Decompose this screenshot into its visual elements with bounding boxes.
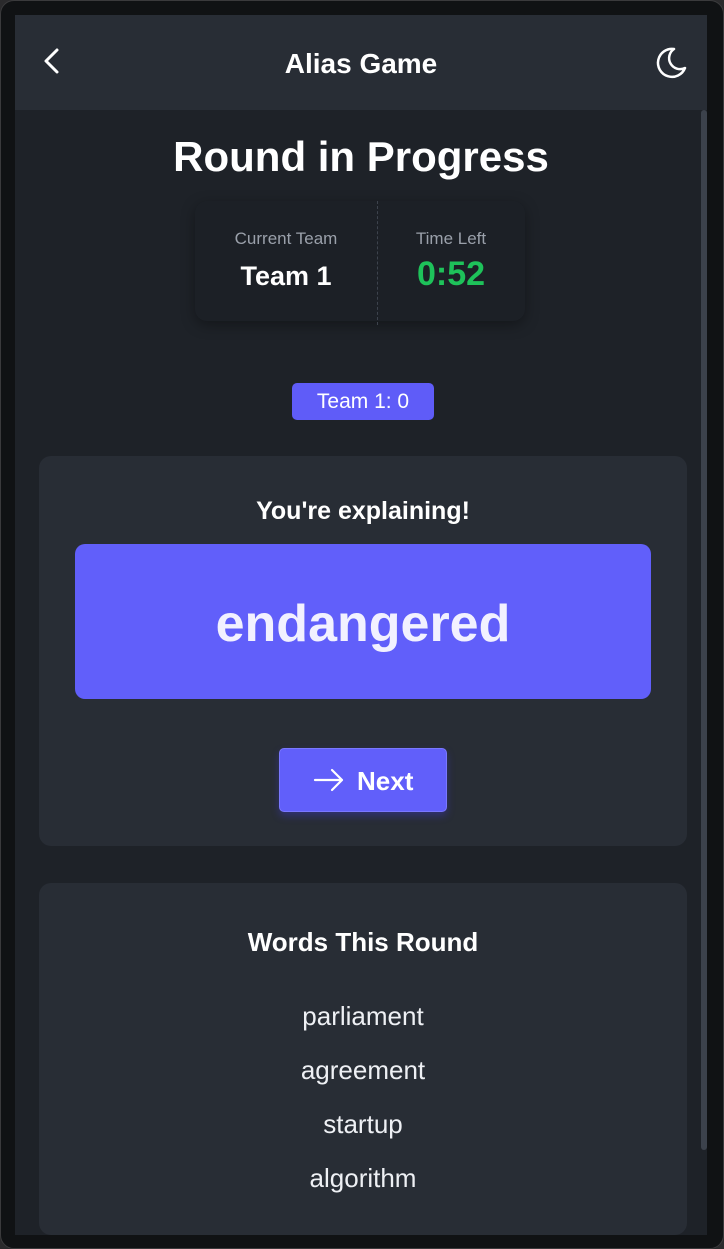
time-left-panel: Time Left 0:52 <box>377 201 525 294</box>
team-score-badge: Team 1: 0 <box>292 383 434 420</box>
arrow-right-icon <box>313 768 344 792</box>
moon-icon <box>656 47 687 79</box>
chevron-left-icon <box>44 48 59 74</box>
round-status-card: Current Team Team 1 Time Left 0:52 <box>195 201 525 325</box>
theme-toggle-button[interactable] <box>653 45 689 81</box>
words-round-card: Words This Round parliament agreement st… <box>39 883 687 1235</box>
app-title: Alias Game <box>284 48 438 79</box>
next-button[interactable]: Next <box>279 748 447 812</box>
list-item: parliament <box>302 1001 424 1031</box>
current-team-panel: Current Team Team 1 <box>195 201 377 292</box>
explaining-label: You're explaining! <box>256 497 470 525</box>
word-card: You're explaining! endangered Next <box>39 456 687 846</box>
top-bar: Alias Game <box>15 15 707 110</box>
scrollbar[interactable] <box>701 110 707 1150</box>
current-team-label: Current Team <box>234 229 338 248</box>
page-title: Round in Progress <box>173 133 549 180</box>
app-screen: Alias Game Round in Progress Current Tea… <box>15 15 707 1235</box>
time-left-label: Time Left <box>415 229 487 248</box>
list-item: algorithm <box>309 1163 417 1193</box>
current-word: endangered <box>75 544 651 699</box>
list-item: startup <box>323 1109 403 1139</box>
device-frame: Alias Game Round in Progress Current Tea… <box>0 0 724 1249</box>
time-left-value: 0:52 <box>416 255 486 293</box>
next-button-label: Next <box>357 766 414 796</box>
words-round-list: parliament agreement startup algorithm <box>39 999 687 1215</box>
words-round-title: Words This Round <box>247 927 479 957</box>
list-item: agreement <box>300 1055 426 1085</box>
current-team-value: Team 1 <box>240 261 332 291</box>
back-button[interactable] <box>35 43 71 79</box>
